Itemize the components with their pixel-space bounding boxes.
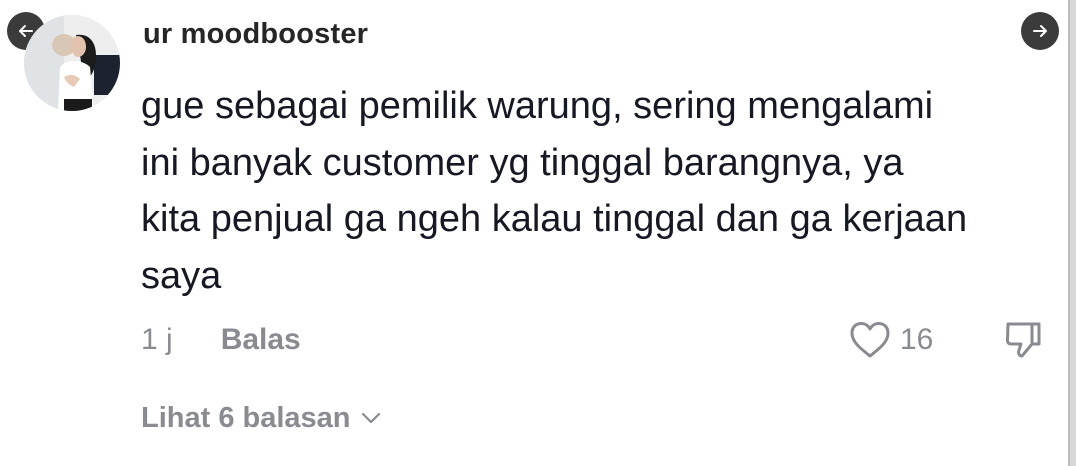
comment-meta: 1 j Balas bbox=[141, 318, 301, 362]
comment-screenshot: ur moodbooster gue sebagai pemilik warun… bbox=[0, 0, 1076, 466]
heart-outline-icon bbox=[850, 322, 890, 358]
comment-line: gue sebagai pemilik warung, sering menga… bbox=[141, 85, 934, 127]
thumbs-down-icon bbox=[1005, 322, 1041, 358]
comment-time: 1 j bbox=[141, 323, 173, 356]
like-button[interactable]: 16 bbox=[848, 318, 933, 362]
reply-button[interactable]: Balas bbox=[221, 323, 301, 357]
arrow-right-icon bbox=[1033, 25, 1047, 37]
comment-line: kita penjual ga ngeh kalau tinggal dan g… bbox=[141, 198, 968, 240]
like-count: 16 bbox=[900, 323, 934, 356]
comment-line: ini banyak customer yg tinggal barangnya… bbox=[141, 141, 904, 184]
next-button[interactable] bbox=[1021, 12, 1059, 50]
comment-text: gue sebagai pemilik warung, sering menga… bbox=[141, 78, 1061, 304]
avatar-image bbox=[24, 15, 120, 111]
dislike-button[interactable] bbox=[1000, 318, 1046, 362]
avatar[interactable] bbox=[24, 15, 120, 111]
view-replies-button[interactable]: Lihat 6 balasan bbox=[141, 398, 383, 438]
comment-line: saya bbox=[141, 254, 222, 297]
view-replies-label: Lihat 6 balasan bbox=[141, 401, 351, 434]
username[interactable]: ur moodbooster bbox=[143, 18, 368, 51]
chevron-down-icon bbox=[361, 412, 380, 424]
window-edge bbox=[1070, 0, 1076, 466]
